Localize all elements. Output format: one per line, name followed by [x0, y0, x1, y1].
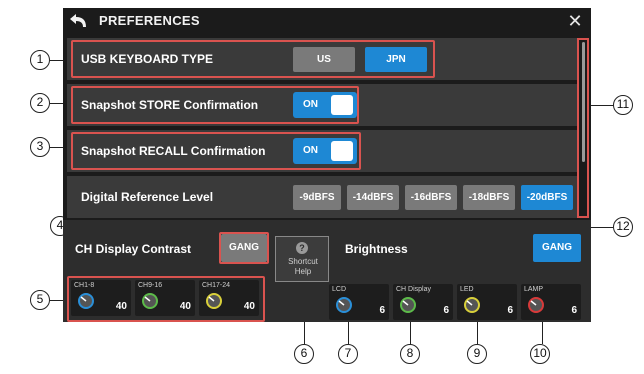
shortcut-help-button[interactable]: ? Shortcut Help [275, 236, 329, 282]
digital-ref-20-button[interactable]: -20dBFS [521, 185, 573, 210]
close-button[interactable]: ✕ [565, 11, 585, 31]
highlight-snapshot-recall [71, 132, 361, 170]
callout-3: 3 [30, 137, 50, 157]
knob-icon [142, 293, 158, 309]
digital-ref-9-button[interactable]: -9dBFS [293, 185, 341, 210]
knob-icon [206, 293, 222, 309]
brightness-knob-ch-display[interactable]: CH Display 6 [393, 284, 453, 320]
leader-11 [590, 105, 614, 106]
knob-name: LED [460, 286, 474, 293]
brightness-title: Brightness [345, 242, 408, 256]
knob-icon [464, 297, 480, 313]
back-arrow-icon [70, 14, 86, 27]
callout-1: 1 [30, 50, 50, 70]
knob-name: LCD [332, 286, 347, 293]
back-button[interactable] [67, 10, 91, 32]
callout-2: 2 [30, 93, 50, 113]
knob-value: 6 [507, 305, 513, 316]
knob-value: 6 [443, 305, 449, 316]
knob-value: 40 [243, 301, 255, 312]
knob-name: CH Display [396, 286, 432, 293]
scrollbar[interactable] [577, 38, 589, 218]
ch-contrast-knob-2[interactable]: CH9-16 40 [135, 280, 195, 316]
brightness-knob-lcd[interactable]: LCD 6 [329, 284, 389, 320]
digital-ref-16-button[interactable]: -16dBFS [405, 185, 457, 210]
knob-icon [400, 297, 416, 313]
callout-7: 7 [338, 344, 358, 364]
knob-name: CH1-8 [74, 282, 95, 289]
digital-ref-row: Digital Reference Level -9dBFS -14dBFS -… [67, 176, 579, 218]
callout-12: 12 [613, 217, 633, 237]
scrollbar-thumb[interactable] [582, 42, 585, 162]
digital-ref-label: Digital Reference Level [81, 190, 214, 204]
knob-value: 40 [115, 301, 127, 312]
highlight-ch-gang [219, 232, 269, 264]
callout-8: 8 [400, 344, 420, 364]
bottom-panel: CH Display Contrast GANG CH1-8 40 CH9-16… [63, 220, 591, 322]
knob-icon [528, 297, 544, 313]
knob-name: CH17-24 [202, 282, 231, 289]
shortcut-label: Shortcut [288, 257, 318, 266]
knob-value: 6 [379, 305, 385, 316]
close-icon: ✕ [567, 11, 583, 31]
callout-9: 9 [467, 344, 487, 364]
callout-5: 5 [30, 290, 50, 310]
help-label: Help [294, 267, 312, 276]
callout-11: 11 [613, 95, 633, 115]
highlight-usb-keyboard [71, 40, 435, 78]
knob-name: CH9-16 [138, 282, 163, 289]
knob-value: 6 [571, 305, 577, 316]
title-bar: PREFERENCES ✕ [63, 8, 591, 34]
ch-contrast-knob-3[interactable]: CH17-24 40 [199, 280, 259, 316]
digital-ref-14-button[interactable]: -14dBFS [347, 185, 399, 210]
callout-6: 6 [294, 344, 314, 364]
help-icon: ? [296, 242, 308, 254]
knob-icon [78, 293, 94, 309]
preferences-window: PREFERENCES ✕ USB KEYBOARD TYPE US JPN S… [63, 8, 591, 322]
brightness-knob-led[interactable]: LED 6 [457, 284, 517, 320]
ch-contrast-knob-1[interactable]: CH1-8 40 [71, 280, 131, 316]
knob-name: LAMP [524, 286, 544, 293]
knob-icon [336, 297, 352, 313]
ch-display-contrast-title: CH Display Contrast [75, 242, 192, 256]
callout-10: 10 [530, 344, 550, 364]
highlight-snapshot-store [71, 86, 359, 124]
digital-ref-18-button[interactable]: -18dBFS [463, 185, 515, 210]
brightness-knob-lamp[interactable]: LAMP 6 [521, 284, 581, 320]
window-title: PREFERENCES [99, 13, 200, 28]
brightness-gang-button[interactable]: GANG [533, 234, 581, 262]
knob-value: 40 [179, 301, 191, 312]
